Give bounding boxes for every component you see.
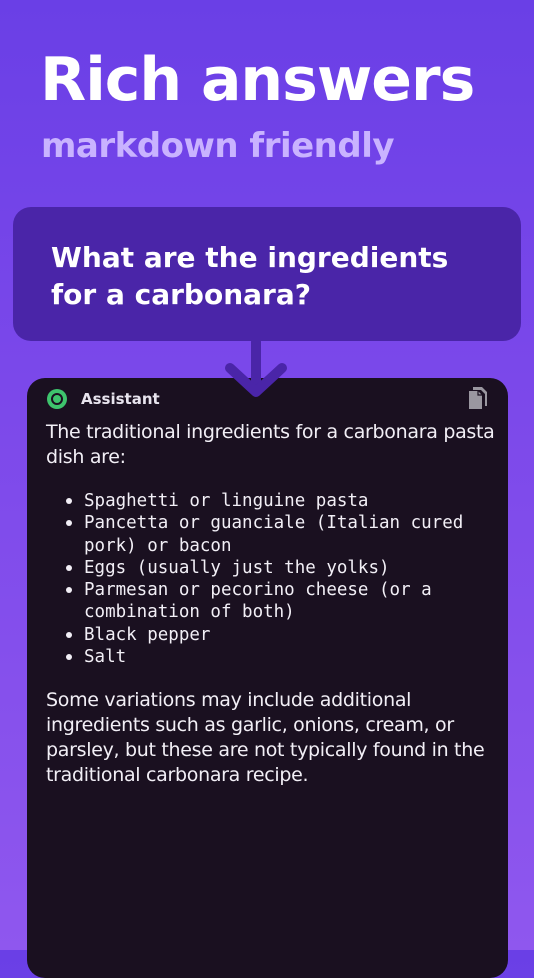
bullet-icon xyxy=(66,498,72,504)
list-item: Parmesan or pecorino cheese (or a combin… xyxy=(66,579,496,624)
list-item-text: Eggs (usually just the yolks) xyxy=(84,557,390,578)
answer-outro: Some variations may include additional i… xyxy=(46,689,485,787)
answer-intro: The traditional ingredients for a carbon… xyxy=(46,421,495,468)
question-text: What are the ingredients for a carbonara… xyxy=(51,241,449,311)
ingredients-list: Spaghetti or linguine pasta Pancetta or … xyxy=(46,490,496,668)
copy-icon[interactable] xyxy=(466,386,488,412)
list-item: Black pepper xyxy=(66,624,496,646)
bullet-icon xyxy=(66,631,72,638)
list-item-text: Salt xyxy=(84,647,127,668)
list-item-text: Parmesan or pecorino cheese (or a combin… xyxy=(84,580,432,623)
bullet-icon xyxy=(66,564,72,571)
list-item: Eggs (usually just the yolks) xyxy=(66,557,496,579)
assistant-avatar-icon xyxy=(47,389,67,409)
bullet-icon xyxy=(66,654,72,661)
assistant-header: Assistant xyxy=(47,388,160,410)
answer-bubble: Assistant The traditional ingredients fo… xyxy=(27,378,508,978)
assistant-label: Assistant xyxy=(81,390,160,408)
headline: Rich answers xyxy=(40,45,475,115)
list-item: Salt xyxy=(66,646,496,668)
list-item-text: Black pepper xyxy=(84,624,211,645)
list-item-text: Pancetta or guanciale (Italian cured por… xyxy=(84,513,464,556)
arrow-down-icon xyxy=(225,340,287,397)
question-bubble: What are the ingredients for a carbonara… xyxy=(13,207,521,341)
bullet-icon xyxy=(66,520,72,527)
answer-content: The traditional ingredients for a carbon… xyxy=(46,420,496,788)
list-item-text: Spaghetti or linguine pasta xyxy=(84,491,369,511)
list-item: Spaghetti or linguine pasta xyxy=(66,490,496,512)
subheadline: markdown friendly xyxy=(41,126,395,166)
list-item: Pancetta or guanciale (Italian cured por… xyxy=(66,512,496,557)
bullet-icon xyxy=(66,587,72,594)
